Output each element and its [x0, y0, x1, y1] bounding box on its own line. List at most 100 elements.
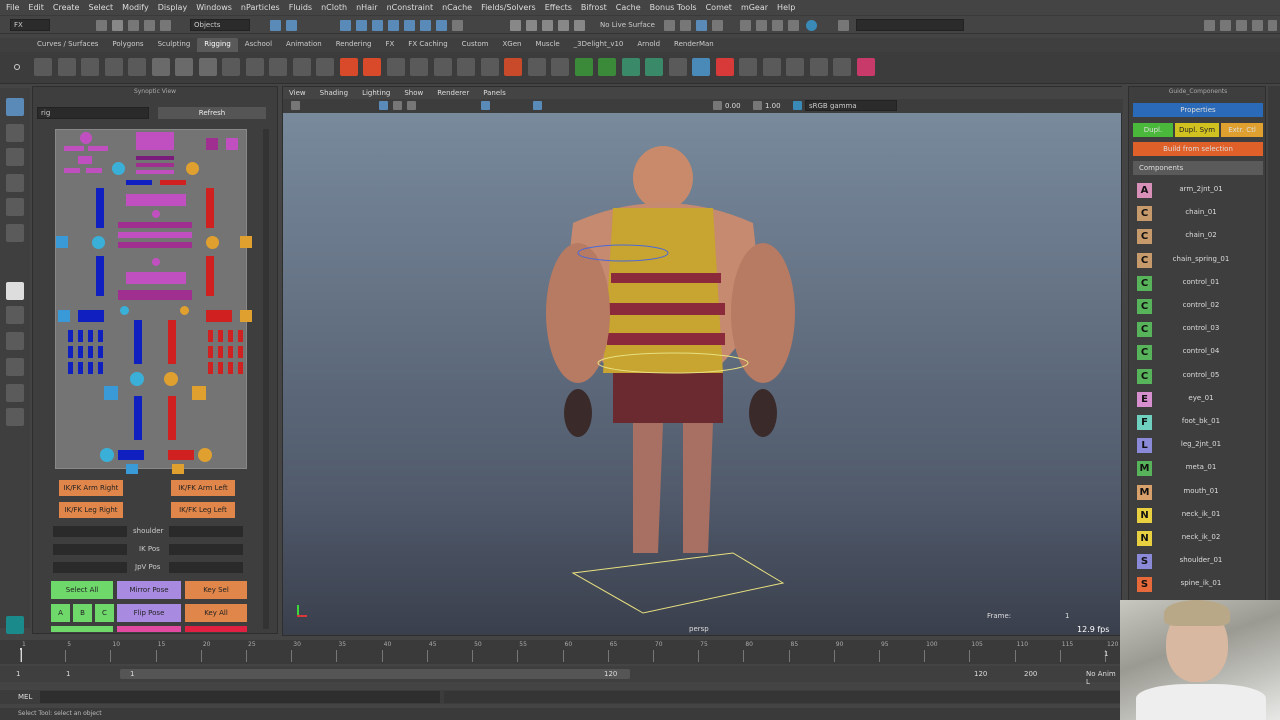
blend-shape-icon[interactable] [292, 58, 311, 76]
finger-right-pick[interactable] [68, 330, 73, 342]
shelf-tab-fx[interactable]: FX [378, 38, 401, 52]
viewport-menu-lighting[interactable]: Lighting [362, 89, 390, 97]
move-tool-icon[interactable] [6, 174, 24, 192]
persp-outliner-layout-icon[interactable] [6, 332, 24, 350]
component-eye-01[interactable]: Eeye_01 [1133, 390, 1263, 410]
thigh-left-pick[interactable] [168, 320, 176, 364]
smooth-shade-icon[interactable] [393, 101, 402, 110]
mask-deform-icon[interactable] [404, 20, 415, 31]
menu-select[interactable]: Select [88, 3, 113, 12]
anim-layer-dropdown[interactable]: No Anim L [1086, 670, 1120, 686]
shin-right-pick[interactable] [134, 396, 142, 440]
wireframe-icon[interactable] [379, 101, 388, 110]
neck-pick[interactable] [136, 156, 174, 160]
menu-mgear[interactable]: mGear [741, 3, 768, 12]
forearm-left-pick[interactable] [206, 256, 214, 296]
component-control-01[interactable]: Ccontrol_01 [1133, 274, 1263, 294]
extract-control-button[interactable]: Extr. Ctl [1221, 123, 1263, 137]
shelf-tab-animation[interactable]: Animation [279, 38, 329, 52]
elbow-left-pick[interactable] [206, 236, 219, 249]
menu-comet[interactable]: Comet [706, 3, 732, 12]
menu-nconstraint[interactable]: nConstraint [387, 3, 434, 12]
snap-curve-icon[interactable] [526, 20, 537, 31]
menu-bonus-tools[interactable]: Bonus Tools [650, 3, 697, 12]
rig-selector[interactable]: rig [37, 107, 149, 119]
shoulder-blend-left-field[interactable] [53, 526, 127, 537]
select-tool-icon[interactable] [6, 98, 24, 116]
menu-modify[interactable]: Modify [122, 3, 149, 12]
mask-surfaces-icon[interactable] [388, 20, 399, 31]
freeze-transforms-icon[interactable] [527, 58, 546, 76]
snap-surface-icon[interactable] [574, 20, 585, 31]
mgear-shifter-icon[interactable] [645, 58, 663, 76]
lock-selection-icon[interactable] [452, 20, 463, 31]
menu-edit[interactable]: Edit [28, 3, 44, 12]
component-control-03[interactable]: Ccontrol_03 [1133, 320, 1263, 340]
component-mouth-01[interactable]: Mmouth_01 [1133, 483, 1263, 503]
ik-handle-icon[interactable] [57, 58, 76, 76]
jaw-pick[interactable] [86, 168, 102, 173]
brow-pick[interactable] [64, 146, 84, 151]
character-model[interactable] [533, 113, 853, 633]
joint-tool-icon[interactable] [34, 58, 52, 76]
finger-right-pick[interactable] [68, 362, 73, 374]
jpv-pos-right-field[interactable] [169, 562, 243, 573]
mgear-tools-icon[interactable] [786, 58, 804, 76]
menu-windows[interactable]: Windows [196, 3, 232, 12]
eye-left-pick[interactable] [226, 138, 238, 150]
ikfk-arm-left-button[interactable]: IK/FK Arm Left [171, 480, 235, 496]
isolate-select-icon[interactable] [481, 101, 490, 110]
shelf-tab-muscle[interactable]: Muscle [528, 38, 566, 52]
viewport-menu-show[interactable]: Show [404, 89, 423, 97]
shoulder-left-pick[interactable] [186, 162, 199, 175]
gamma-icon[interactable] [753, 101, 762, 110]
channel-box-toggle-icon[interactable] [1268, 20, 1277, 31]
key-sel-button[interactable]: Key Sel [185, 581, 247, 599]
component-foot-bk-01[interactable]: Ffoot_bk_01 [1133, 413, 1263, 433]
menu-ncloth[interactable]: nCloth [321, 3, 347, 12]
exposure-value[interactable]: 0.00 [725, 102, 741, 110]
mirror-joint-icon[interactable] [104, 58, 123, 76]
undo-icon[interactable] [144, 20, 155, 31]
persp-graph-layout-icon[interactable] [6, 358, 24, 376]
jpv-pos-left-field[interactable] [53, 562, 127, 573]
spine-pick[interactable] [118, 222, 192, 228]
select-all-button[interactable]: Select All [51, 581, 113, 599]
extra-key-row[interactable] [185, 626, 247, 632]
menu-fluids[interactable]: Fluids [289, 3, 312, 12]
bind-skin-icon[interactable] [151, 58, 170, 76]
scale-tool-icon[interactable] [6, 224, 24, 242]
input-line-icon[interactable] [838, 20, 849, 31]
script-language-toggle[interactable]: MEL [18, 693, 32, 701]
select-c-button[interactable]: C [95, 604, 114, 622]
component-control-04[interactable]: Ccontrol_04 [1133, 343, 1263, 363]
shelf-tab-rendering[interactable]: Rendering [329, 38, 379, 52]
menu-ncache[interactable]: nCache [442, 3, 472, 12]
mask-handles-icon[interactable] [340, 20, 351, 31]
shelf-tab-polygons[interactable]: Polygons [105, 38, 150, 52]
mask-rendering-icon[interactable] [436, 20, 447, 31]
render-setup-icon[interactable] [772, 20, 783, 31]
menu-set-dropdown[interactable]: FX [10, 19, 50, 31]
paint-weights-icon[interactable] [175, 58, 193, 76]
finger-left-pick[interactable] [228, 330, 233, 342]
input-line-field[interactable] [856, 19, 964, 31]
shelf-tab-aschool[interactable]: Aschool [238, 38, 279, 52]
spine-pick[interactable] [118, 242, 192, 248]
select-by-hierarchy-icon[interactable] [270, 20, 281, 31]
current-frame-field[interactable]: 1 [1104, 650, 1108, 658]
flip-pose-button[interactable]: Flip Pose [117, 604, 181, 622]
component-leg-2jnt-01[interactable]: Lleg_2jnt_01 [1133, 436, 1263, 456]
menu-cache[interactable]: Cache [616, 3, 641, 12]
single-perspective-layout-icon[interactable] [6, 282, 24, 300]
render-current-frame-icon[interactable] [696, 20, 707, 31]
ik-pos-left-field[interactable] [53, 544, 127, 555]
finger-right-pick[interactable] [98, 362, 103, 374]
thigh-right-pick[interactable] [134, 320, 142, 364]
shoulder-right-pick[interactable] [112, 162, 125, 175]
shoulder-blend-right-field[interactable] [169, 526, 243, 537]
paint-select-tool-icon[interactable] [6, 148, 24, 166]
component-neck-ik-01[interactable]: Nneck_ik_01 [1133, 506, 1263, 526]
selection-mode-dropdown[interactable]: Objects [190, 19, 250, 31]
center-pivot-icon[interactable] [551, 58, 569, 76]
